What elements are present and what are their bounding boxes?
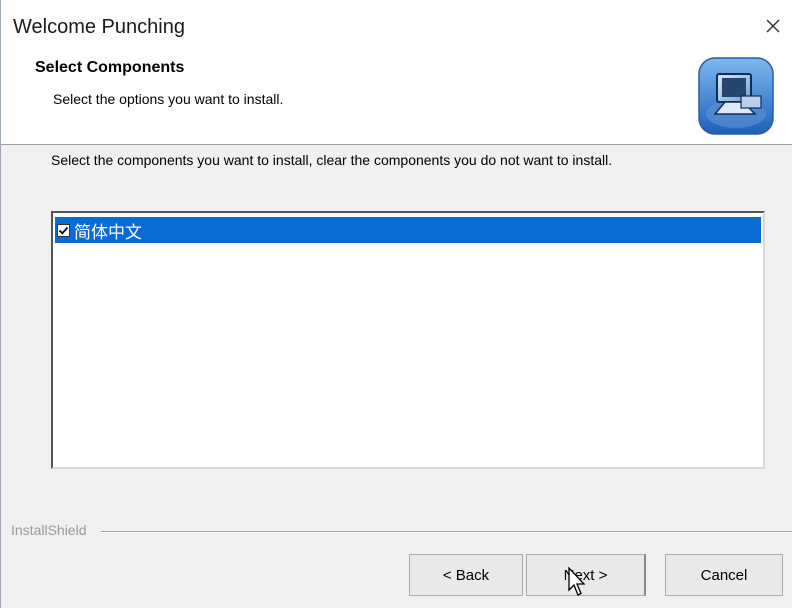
installshield-brand: InstallShield xyxy=(11,522,91,538)
title-bar: Welcome Punching xyxy=(1,0,792,50)
cancel-button[interactable]: Cancel xyxy=(665,554,783,596)
instruction-text: Select the components you want to instal… xyxy=(51,152,613,168)
footer-divider xyxy=(101,531,792,533)
component-checkbox[interactable] xyxy=(57,223,70,237)
close-button[interactable] xyxy=(753,8,792,44)
page-header: Select Components Select the options you… xyxy=(1,50,792,145)
components-list[interactable]: 简体中文 xyxy=(51,211,765,469)
window-title: Welcome Punching xyxy=(13,16,185,38)
component-label: 简体中文 xyxy=(74,222,142,243)
back-button[interactable]: < Back xyxy=(409,554,523,596)
page-title: Select Components xyxy=(35,59,185,76)
close-icon xyxy=(766,19,780,33)
mouse-cursor-icon xyxy=(568,566,586,596)
checkmark-icon xyxy=(58,226,69,235)
list-item[interactable]: 简体中文 xyxy=(55,217,761,243)
page-subtitle: Select the options you want to install. xyxy=(53,91,284,107)
installer-dialog: Welcome Punching Select Components Selec… xyxy=(0,0,792,608)
installer-computer-icon xyxy=(698,57,774,135)
